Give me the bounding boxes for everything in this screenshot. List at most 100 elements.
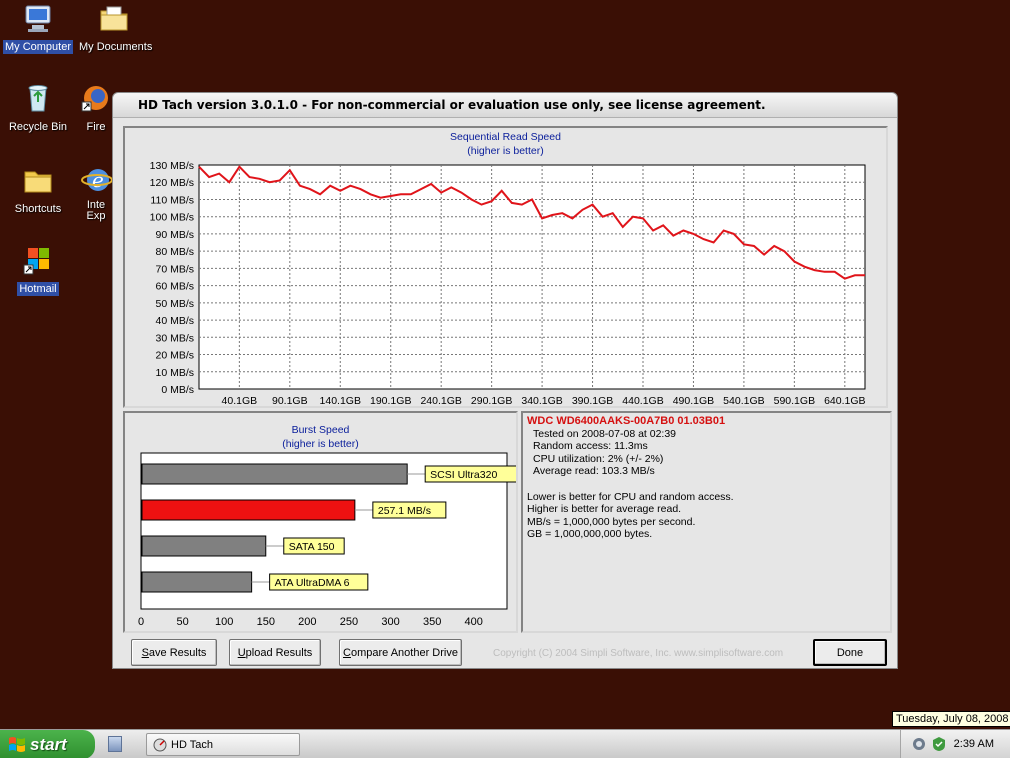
internet-explorer-icon: e xyxy=(80,164,112,196)
seq-x-tick-label: 440.1GB xyxy=(622,395,663,406)
seq-x-tick-label: 140.1GB xyxy=(320,395,361,406)
seq-y-tick-label: 0 MB/s xyxy=(161,384,194,396)
note-gb: GB = 1,000,000,000 bytes. xyxy=(527,528,653,540)
copyright-text: Copyright (C) 2004 Simpli Software, Inc.… xyxy=(493,648,784,659)
seq-x-tick-label: 90.1GB xyxy=(272,395,308,406)
taskbar-item-hd-tach[interactable]: HD Tach xyxy=(146,733,300,756)
desktop-icon-label: My Documents xyxy=(79,41,153,53)
sequential-read-chart: 130 MB/s 120 MB/s 110 MB/s 100 MB/s 90 MB/s 8… xyxy=(150,160,866,406)
compare-another-drive-button[interactable]: Compare Another Drive xyxy=(339,639,462,666)
burst-bar xyxy=(141,499,356,521)
done-button[interactable]: Done xyxy=(813,639,887,666)
seq-y-tick-label: 40 MB/s xyxy=(155,315,194,327)
seq-y-tick-label: 120 MB/s xyxy=(150,177,194,189)
desktop-icon-shortcuts[interactable]: Shortcuts xyxy=(1,164,75,217)
burst-bar-label: 257.1 MB/s xyxy=(378,505,431,517)
seq-x-tick-label: 590.1GB xyxy=(774,395,815,406)
hd-tach-window[interactable]: HD Tach version 3.0.1.0 - For non-commer… xyxy=(112,92,898,669)
burst-bar-label: ATA UltraDMA 6 xyxy=(275,577,350,589)
note-cpu: Lower is better for CPU and random acces… xyxy=(527,490,734,503)
svg-text:e: e xyxy=(92,168,104,192)
note-read: Higher is better for average read. xyxy=(527,503,682,515)
system-tray: 2:39 AM xyxy=(900,730,1010,758)
tray-security-icon[interactable] xyxy=(931,736,947,752)
hd-tach-app-icon xyxy=(118,97,134,113)
burst-bar xyxy=(141,535,267,557)
window-title: HD Tach version 3.0.1.0 - For non-commer… xyxy=(138,98,766,112)
folder-icon xyxy=(22,164,54,196)
save-results-button[interactable]: Save Results xyxy=(131,639,217,666)
sequential-read-panel: Sequential Read Speed (higher is better)… xyxy=(123,126,888,408)
hd-tach-task-icon xyxy=(153,738,167,752)
seq-x-tick-label: 540.1GB xyxy=(723,395,764,406)
upload-results-button[interactable]: Upload Results xyxy=(229,639,321,666)
seq-x-tick-label: 190.1GB xyxy=(370,395,411,406)
recycle-bin-icon xyxy=(22,82,54,114)
desktop-icon-label: Recycle Bin xyxy=(8,121,68,133)
tested-on-text: Tested on 2008-07-08 at 02:39 xyxy=(533,427,677,440)
start-button[interactable]: start xyxy=(0,730,95,758)
desktop-icon-label: Inte Exp xyxy=(86,199,106,222)
seq-y-tick-label: 70 MB/s xyxy=(155,263,194,275)
burst-x-tick-label: 150 xyxy=(257,616,275,628)
seq-y-tick-label: 30 MB/s xyxy=(155,332,194,344)
clock[interactable]: 2:39 AM xyxy=(954,738,994,750)
date-tooltip: Tuesday, July 08, 2008 xyxy=(892,711,1010,727)
seq-x-tick-label: 340.1GB xyxy=(521,395,562,406)
drive-info-panel: WDC WD6400AAKS-00A7B0 01.03B01 Tested on… xyxy=(521,411,892,633)
seq-y-tick-label: 10 MB/s xyxy=(155,367,194,379)
desktop-icon-firefox[interactable]: Fire xyxy=(80,82,112,135)
burst-x-tick-label: 400 xyxy=(465,616,483,628)
start-label: start xyxy=(30,734,67,754)
burst-x-tick-label: 300 xyxy=(381,616,399,628)
burst-speed-chart: 0 50 100 150 200 250 300 350 400 SCSI Ultra320 257… xyxy=(138,452,516,628)
burst-speed-panel: Burst Speed (higher is better) 0 50 100 150… xyxy=(123,411,518,633)
quick-launch-icon[interactable] xyxy=(108,736,122,752)
desktop-icon-label: Hotmail xyxy=(17,282,59,296)
seq-y-tick-label: 60 MB/s xyxy=(155,281,194,293)
taskbar-item-label: HD Tach xyxy=(171,738,213,751)
windows-flag-icon xyxy=(9,737,25,752)
documents-folder-icon xyxy=(98,2,130,34)
seq-x-tick-label: 390.1GB xyxy=(572,395,613,406)
desktop-icon-my-computer[interactable]: My Computer xyxy=(1,2,75,55)
desktop-icon-internet-explorer[interactable]: e Inte Exp xyxy=(80,164,112,224)
seq-y-tick-label: 110 MB/s xyxy=(150,194,194,206)
seq-y-tick-label: 90 MB/s xyxy=(155,229,194,241)
seq-y-tick-label: 130 MB/s xyxy=(150,160,194,172)
burst-bar-label: SATA 150 xyxy=(289,541,335,553)
taskbar: start HD Tach 2:39 AM xyxy=(0,729,1010,758)
hotmail-icon xyxy=(22,244,54,276)
seq-y-tick-label: 100 MB/s xyxy=(150,212,194,224)
seq-y-tick-label: 50 MB/s xyxy=(155,298,194,310)
desktop-icon-hotmail[interactable]: Hotmail xyxy=(1,244,75,297)
desktop-icon-label: My Computer xyxy=(2,40,74,54)
burst-bar xyxy=(141,571,253,593)
desktop-icon-my-documents[interactable]: My Documents xyxy=(77,2,153,55)
random-access-text: Random access: 11.3ms xyxy=(533,440,648,452)
seq-y-tick-label: 20 MB/s xyxy=(155,350,194,362)
burst-x-tick-label: 0 xyxy=(138,616,144,628)
desktop-icon-label: Fire xyxy=(86,121,106,133)
firefox-shortcut-icon xyxy=(80,82,112,114)
note-mbs: MB/s = 1,000,000 bytes per second. xyxy=(527,515,696,528)
window-titlebar[interactable]: HD Tach version 3.0.1.0 - For non-commer… xyxy=(113,93,897,118)
seq-x-tick-label: 640.1GB xyxy=(824,395,865,406)
seq-y-tick-label: 80 MB/s xyxy=(155,246,194,258)
average-read-text: Average read: 103.3 MB/s xyxy=(533,465,655,477)
burst-x-tick-label: 50 xyxy=(176,616,188,628)
desktop-icon-recycle-bin[interactable]: Recycle Bin xyxy=(1,82,75,135)
seq-x-tick-label: 490.1GB xyxy=(673,395,714,406)
desktop-icon-label: Shortcuts xyxy=(14,203,62,215)
drive-name: WDC WD6400AAKS-00A7B0 01.03B01 xyxy=(527,415,726,427)
tray-network-icon[interactable] xyxy=(912,737,926,751)
burst-x-tick-label: 200 xyxy=(298,616,316,628)
burst-x-tick-label: 350 xyxy=(423,616,441,628)
burst-bar-label: SCSI Ultra320 xyxy=(430,469,497,481)
computer-icon xyxy=(22,2,54,34)
seq-x-tick-label: 40.1GB xyxy=(222,395,258,406)
burst-bar xyxy=(141,463,408,485)
burst-x-tick-label: 250 xyxy=(340,616,358,628)
seq-x-tick-label: 240.1GB xyxy=(420,395,461,406)
cpu-utilization-text: CPU utilization: 2% (+/- 2%) xyxy=(533,452,664,465)
